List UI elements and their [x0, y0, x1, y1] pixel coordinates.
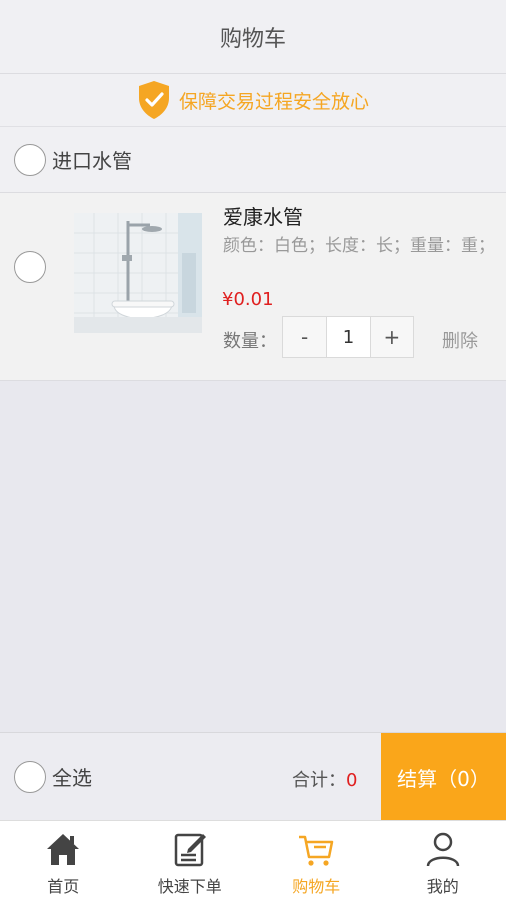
quantity-stepper: - 1 +	[282, 316, 414, 358]
quantity-input[interactable]: 1	[326, 317, 370, 357]
shield-check-icon	[138, 81, 169, 119]
product-price: ¥0.01	[222, 289, 274, 310]
total-amount: 合计：0	[292, 766, 357, 792]
checkout-button[interactable]: 结算（0）	[381, 733, 506, 821]
tab-profile[interactable]: 我的	[380, 821, 506, 900]
shop-name[interactable]: 进口水管	[52, 145, 132, 174]
cart-item: 爱康水管 颜色：白色；长度：长；重量：重； ¥0.01 数量： - 1 + 删除	[0, 193, 506, 381]
shop-header-row: 进口水管	[0, 126, 506, 193]
tab-cart[interactable]: 购物车	[253, 821, 380, 900]
banner-text: 保障交易过程安全放心	[178, 90, 369, 113]
security-banner: 保障交易过程安全放心	[0, 74, 506, 126]
shower-image	[74, 213, 202, 333]
shop-select-radio[interactable]	[14, 143, 46, 176]
cart-icon	[299, 835, 334, 866]
item-select-radio[interactable]	[14, 251, 46, 283]
select-all-radio[interactable]	[14, 760, 46, 793]
product-title[interactable]: 爱康水管	[223, 201, 303, 230]
delete-button[interactable]: 删除	[442, 327, 478, 353]
total-label: 合计：	[292, 770, 346, 791]
increase-button[interactable]: +	[369, 317, 413, 357]
home-icon	[47, 834, 80, 865]
user-icon	[426, 832, 459, 867]
select-all-label[interactable]: 全选	[52, 762, 92, 791]
quantity-label: 数量：	[223, 331, 277, 352]
tab-profile-label: 我的	[426, 877, 459, 896]
page-title: 购物车	[219, 26, 286, 52]
tab-quick-order[interactable]: 快速下单	[127, 821, 254, 900]
decrease-button[interactable]: -	[283, 317, 326, 357]
checkout-bar: 全选 合计：0 结算（0）	[0, 732, 506, 821]
product-image[interactable]	[74, 213, 202, 333]
tab-quick-order-label: 快速下单	[157, 877, 222, 896]
quick-order-icon	[174, 833, 206, 867]
page-header: 购物车	[0, 0, 506, 74]
tab-home-label: 首页	[47, 877, 80, 896]
tab-cart-label: 购物车	[292, 877, 341, 896]
product-spec: 颜色：白色；长度：长；重量：重；	[223, 236, 495, 256]
bottom-tab-bar: 首页 快速下单 购物车 我的	[0, 820, 506, 900]
tab-home[interactable]: 首页	[0, 821, 127, 900]
total-value: 0	[346, 770, 358, 791]
